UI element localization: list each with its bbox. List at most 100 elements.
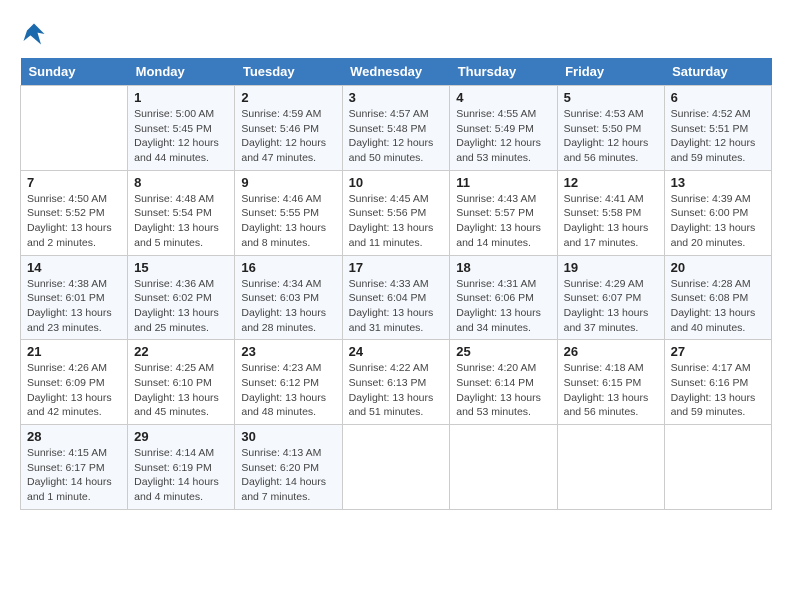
day-number: 18 — [456, 260, 550, 275]
day-info: Sunrise: 4:38 AM Sunset: 6:01 PM Dayligh… — [27, 277, 121, 336]
day-number: 10 — [349, 175, 444, 190]
calendar-cell: 19 Sunrise: 4:29 AM Sunset: 6:07 PM Dayli… — [557, 255, 664, 340]
day-number: 22 — [134, 344, 228, 359]
calendar-cell: 21 Sunrise: 4:26 AM Sunset: 6:09 PM Dayli… — [21, 340, 128, 425]
day-info: Sunrise: 4:52 AM Sunset: 5:51 PM Dayligh… — [671, 107, 765, 166]
day-info: Sunrise: 5:00 AM Sunset: 5:45 PM Dayligh… — [134, 107, 228, 166]
calendar-cell — [557, 425, 664, 510]
calendar-cell: 14 Sunrise: 4:38 AM Sunset: 6:01 PM Dayli… — [21, 255, 128, 340]
day-info: Sunrise: 4:14 AM Sunset: 6:19 PM Dayligh… — [134, 446, 228, 505]
day-info: Sunrise: 4:34 AM Sunset: 6:03 PM Dayligh… — [241, 277, 335, 336]
day-info: Sunrise: 4:23 AM Sunset: 6:12 PM Dayligh… — [241, 361, 335, 420]
calendar-cell: 3 Sunrise: 4:57 AM Sunset: 5:48 PM Daylig… — [342, 86, 450, 171]
header-day: Monday — [128, 58, 235, 86]
day-number: 1 — [134, 90, 228, 105]
calendar-week: 14 Sunrise: 4:38 AM Sunset: 6:01 PM Dayli… — [21, 255, 772, 340]
day-info: Sunrise: 4:29 AM Sunset: 6:07 PM Dayligh… — [564, 277, 658, 336]
day-number: 6 — [671, 90, 765, 105]
calendar-week: 7 Sunrise: 4:50 AM Sunset: 5:52 PM Daylig… — [21, 170, 772, 255]
day-info: Sunrise: 4:28 AM Sunset: 6:08 PM Dayligh… — [671, 277, 765, 336]
calendar-cell: 29 Sunrise: 4:14 AM Sunset: 6:19 PM Dayli… — [128, 425, 235, 510]
calendar-cell: 9 Sunrise: 4:46 AM Sunset: 5:55 PM Daylig… — [235, 170, 342, 255]
calendar-week: 28 Sunrise: 4:15 AM Sunset: 6:17 PM Dayli… — [21, 425, 772, 510]
day-info: Sunrise: 4:13 AM Sunset: 6:20 PM Dayligh… — [241, 446, 335, 505]
day-info: Sunrise: 4:26 AM Sunset: 6:09 PM Dayligh… — [27, 361, 121, 420]
day-number: 7 — [27, 175, 121, 190]
calendar-header: SundayMondayTuesdayWednesdayThursdayFrid… — [21, 58, 772, 86]
day-info: Sunrise: 4:45 AM Sunset: 5:56 PM Dayligh… — [349, 192, 444, 251]
day-number: 26 — [564, 344, 658, 359]
day-info: Sunrise: 4:20 AM Sunset: 6:14 PM Dayligh… — [456, 361, 550, 420]
day-number: 29 — [134, 429, 228, 444]
header-day: Saturday — [664, 58, 771, 86]
calendar-cell: 7 Sunrise: 4:50 AM Sunset: 5:52 PM Daylig… — [21, 170, 128, 255]
calendar-week: 1 Sunrise: 5:00 AM Sunset: 5:45 PM Daylig… — [21, 86, 772, 171]
calendar-cell: 24 Sunrise: 4:22 AM Sunset: 6:13 PM Dayli… — [342, 340, 450, 425]
day-info: Sunrise: 4:22 AM Sunset: 6:13 PM Dayligh… — [349, 361, 444, 420]
calendar-cell: 5 Sunrise: 4:53 AM Sunset: 5:50 PM Daylig… — [557, 86, 664, 171]
calendar-cell: 17 Sunrise: 4:33 AM Sunset: 6:04 PM Dayli… — [342, 255, 450, 340]
calendar-cell — [342, 425, 450, 510]
day-info: Sunrise: 4:33 AM Sunset: 6:04 PM Dayligh… — [349, 277, 444, 336]
calendar-cell: 23 Sunrise: 4:23 AM Sunset: 6:12 PM Dayli… — [235, 340, 342, 425]
calendar-cell: 18Sunrise: 4:31 AM Sunset: 6:06 PM Dayli… — [450, 255, 557, 340]
calendar-cell: 6 Sunrise: 4:52 AM Sunset: 5:51 PM Daylig… — [664, 86, 771, 171]
day-info: Sunrise: 4:15 AM Sunset: 6:17 PM Dayligh… — [27, 446, 121, 505]
day-info: Sunrise: 4:48 AM Sunset: 5:54 PM Dayligh… — [134, 192, 228, 251]
day-number: 2 — [241, 90, 335, 105]
day-number: 13 — [671, 175, 765, 190]
day-number: 21 — [27, 344, 121, 359]
day-number: 28 — [27, 429, 121, 444]
day-info: Sunrise: 4:50 AM Sunset: 5:52 PM Dayligh… — [27, 192, 121, 251]
calendar-cell: 13Sunrise: 4:39 AM Sunset: 6:00 PM Dayli… — [664, 170, 771, 255]
day-info: Sunrise: 4:25 AM Sunset: 6:10 PM Dayligh… — [134, 361, 228, 420]
calendar-cell: 12 Sunrise: 4:41 AM Sunset: 5:58 PM Dayli… — [557, 170, 664, 255]
day-number: 9 — [241, 175, 335, 190]
day-number: 5 — [564, 90, 658, 105]
day-number: 25 — [456, 344, 550, 359]
day-number: 17 — [349, 260, 444, 275]
day-number: 23 — [241, 344, 335, 359]
calendar-cell: 4Sunrise: 4:55 AM Sunset: 5:49 PM Daylig… — [450, 86, 557, 171]
header-day: Tuesday — [235, 58, 342, 86]
calendar-cell — [450, 425, 557, 510]
calendar-cell: 11Sunrise: 4:43 AM Sunset: 5:57 PM Dayli… — [450, 170, 557, 255]
day-number: 11 — [456, 175, 550, 190]
calendar-cell: 15Sunrise: 4:36 AM Sunset: 6:02 PM Dayli… — [128, 255, 235, 340]
logo-icon — [20, 20, 48, 48]
calendar-cell: 30 Sunrise: 4:13 AM Sunset: 6:20 PM Dayli… — [235, 425, 342, 510]
day-number: 19 — [564, 260, 658, 275]
day-number: 27 — [671, 344, 765, 359]
calendar-cell: 10 Sunrise: 4:45 AM Sunset: 5:56 PM Dayli… — [342, 170, 450, 255]
calendar-cell: 28 Sunrise: 4:15 AM Sunset: 6:17 PM Dayli… — [21, 425, 128, 510]
calendar-cell: 26 Sunrise: 4:18 AM Sunset: 6:15 PM Dayli… — [557, 340, 664, 425]
day-info: Sunrise: 4:59 AM Sunset: 5:46 PM Dayligh… — [241, 107, 335, 166]
calendar-body: 1 Sunrise: 5:00 AM Sunset: 5:45 PM Daylig… — [21, 86, 772, 510]
calendar-cell: 2 Sunrise: 4:59 AM Sunset: 5:46 PM Daylig… — [235, 86, 342, 171]
calendar-cell: 8 Sunrise: 4:48 AM Sunset: 5:54 PM Daylig… — [128, 170, 235, 255]
day-info: Sunrise: 4:53 AM Sunset: 5:50 PM Dayligh… — [564, 107, 658, 166]
calendar-cell — [21, 86, 128, 171]
day-info: Sunrise: 4:41 AM Sunset: 5:58 PM Dayligh… — [564, 192, 658, 251]
calendar-cell: 1 Sunrise: 5:00 AM Sunset: 5:45 PM Daylig… — [128, 86, 235, 171]
header-day: Thursday — [450, 58, 557, 86]
day-number: 3 — [349, 90, 444, 105]
day-number: 14 — [27, 260, 121, 275]
header-day: Sunday — [21, 58, 128, 86]
day-number: 12 — [564, 175, 658, 190]
day-number: 30 — [241, 429, 335, 444]
calendar-cell: 16Sunrise: 4:34 AM Sunset: 6:03 PM Dayli… — [235, 255, 342, 340]
logo — [20, 20, 52, 48]
day-number: 20 — [671, 260, 765, 275]
day-number: 15 — [134, 260, 228, 275]
day-number: 4 — [456, 90, 550, 105]
day-number: 24 — [349, 344, 444, 359]
calendar-week: 21 Sunrise: 4:26 AM Sunset: 6:09 PM Dayli… — [21, 340, 772, 425]
day-info: Sunrise: 4:57 AM Sunset: 5:48 PM Dayligh… — [349, 107, 444, 166]
day-number: 8 — [134, 175, 228, 190]
calendar-table: SundayMondayTuesdayWednesdayThursdayFrid… — [20, 58, 772, 510]
day-info: Sunrise: 4:46 AM Sunset: 5:55 PM Dayligh… — [241, 192, 335, 251]
calendar-cell — [664, 425, 771, 510]
day-info: Sunrise: 4:18 AM Sunset: 6:15 PM Dayligh… — [564, 361, 658, 420]
calendar-cell: 27Sunrise: 4:17 AM Sunset: 6:16 PM Dayli… — [664, 340, 771, 425]
